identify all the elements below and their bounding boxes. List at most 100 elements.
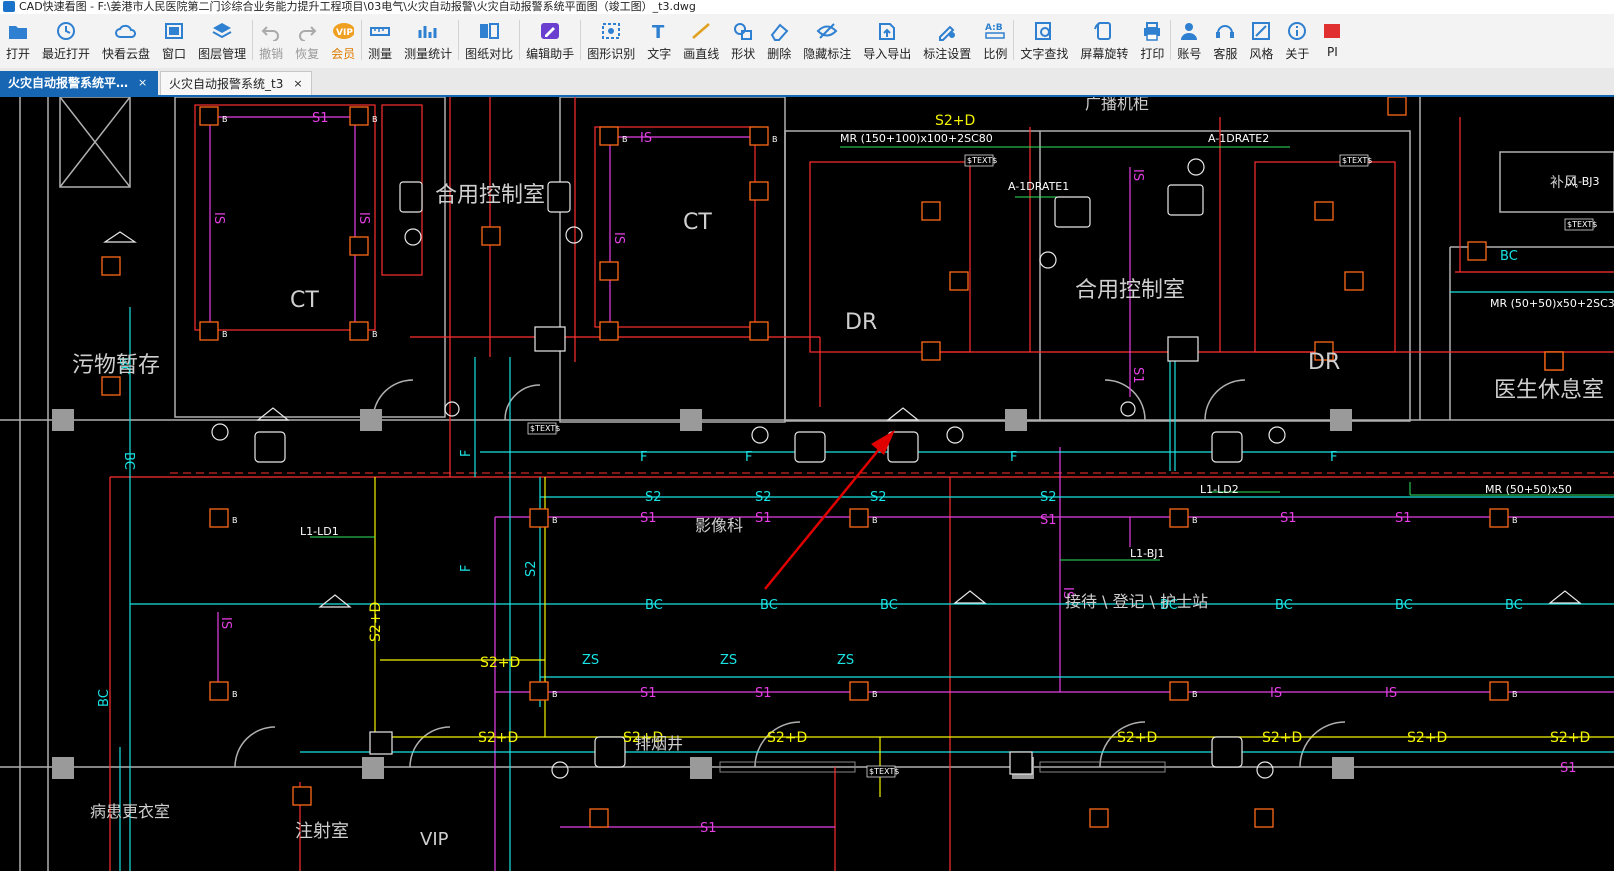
room-label: 影像科	[695, 516, 743, 535]
toolbar-button-scale[interactable]: A:B 比例	[977, 14, 1013, 62]
room-label: 接待 \ 登记 \ 护士站	[1065, 592, 1208, 611]
app-logo-icon	[3, 1, 15, 12]
more-icon	[1321, 20, 1343, 42]
document-tab-bar: 火灾自动报警系统平… × 火灾自动报警系统_t3 ×	[0, 68, 1614, 97]
text-icon: T	[648, 20, 670, 42]
toolbar-button-compare[interactable]: 图纸对比	[459, 14, 519, 62]
toolbar-button-folder-open[interactable]: 打开	[0, 14, 36, 62]
wire-label-s1: S1	[640, 511, 657, 526]
detector-label-b: B	[1192, 516, 1198, 525]
toolbar-button-headset[interactable]: 客服	[1207, 14, 1243, 62]
wire-label-f: F	[1010, 450, 1017, 465]
stext-label: $TEXT$	[1567, 220, 1597, 229]
toolbar-button-label: 会员	[331, 47, 356, 61]
toolbar-button-measure-stats[interactable]: 测量统计	[398, 14, 458, 62]
close-icon[interactable]: ×	[138, 71, 147, 95]
room-label: VIP	[420, 829, 449, 850]
toolbar-button-printer[interactable]: 打印	[1134, 14, 1170, 62]
text-search-icon	[1033, 20, 1055, 42]
toolbar-button-vip[interactable]: VIP 会员	[325, 14, 361, 62]
toolbar-button-label: 客服	[1213, 47, 1238, 61]
toolbar-button-label: 导入导出	[863, 47, 912, 61]
cad-drawing[interactable]: F F F F S2 S2 S2 S2 BC BC BC BC BC BC BC…	[0, 97, 1614, 871]
toolbar-button-undo[interactable]: 撤销	[253, 14, 289, 62]
toolbar-button-text-search[interactable]: 文字查找	[1014, 14, 1074, 62]
toolbar-button-hide-annotation[interactable]: 隐藏标注	[797, 14, 857, 62]
room-label: 污物暂存	[72, 353, 160, 378]
stext-label: $TEXT$	[869, 767, 899, 776]
toolbar-button-label: 隐藏标注	[803, 47, 852, 61]
wire-label-bc: BC	[1505, 598, 1523, 613]
toolbar-button-annotation-settings[interactable]: 标注设置	[917, 14, 977, 62]
stext-label: $TEXT$	[967, 156, 997, 165]
drawing-canvas[interactable]: F F F F S2 S2 S2 S2 BC BC BC BC BC BC BC…	[0, 97, 1614, 871]
wire-label-s1: S1	[700, 821, 717, 836]
wire-label-s2d: S2+D	[478, 730, 518, 746]
wire-label-s1: S1	[1560, 761, 1577, 776]
toolbar-button-text[interactable]: T 文字	[641, 14, 677, 62]
toolbar-button-edit-assistant[interactable]: 编辑助手	[520, 14, 580, 62]
tab-fire-alarm-plan[interactable]: 火灾自动报警系统平… ×	[0, 71, 158, 95]
toolbar-button-label: 风格	[1249, 47, 1274, 61]
rotate-screen-icon	[1093, 20, 1115, 42]
hide-annotation-icon	[816, 20, 838, 42]
detector-label-b: B	[232, 690, 238, 699]
annotation-l1-ld2: L1-LD2	[1200, 483, 1239, 496]
toolbar-button-label: 撤销	[259, 47, 284, 61]
wire-label-s2d: S2+D	[480, 655, 520, 671]
toolbar-button-layers[interactable]: 图层管理	[192, 14, 252, 62]
detector-label-b: B	[372, 115, 378, 124]
toolbar-button-info[interactable]: 关于	[1279, 14, 1315, 62]
detector-label-b: B	[622, 135, 628, 144]
wire-label-f: F	[1330, 450, 1337, 465]
wire-label-s1: S1	[755, 686, 772, 701]
svg-text:T: T	[652, 22, 665, 41]
room-label: CT	[290, 288, 319, 313]
cyan-wiring	[119, 291, 1614, 871]
detector-label-b: B	[872, 690, 878, 699]
toolbar-button-cloud[interactable]: 快看云盘	[96, 14, 156, 62]
toolbar-button-label: 测量	[368, 47, 393, 61]
toolbar-button-shape-recognize[interactable]: 图形识别	[581, 14, 641, 62]
toolbar-button-label: 测量统计	[404, 47, 453, 61]
toolbar-button-clock[interactable]: 最近打开	[36, 14, 96, 62]
toolbar-button-style[interactable]: 风格	[1243, 14, 1279, 62]
stext-label: $TEXT$	[530, 424, 560, 433]
green-leaders	[310, 146, 1614, 561]
toolbar-button-eraser[interactable]: 删除	[761, 14, 797, 62]
tab-fire-alarm-t3[interactable]: 火灾自动报警系统_t3 ×	[160, 71, 312, 95]
room-label: 合用控制室	[1075, 278, 1185, 303]
toolbar-button-user[interactable]: 账号	[1171, 14, 1207, 62]
toolbar-button-label: 最近打开	[42, 47, 91, 61]
toolbar-button-line[interactable]: 画直线	[677, 14, 725, 62]
shape-recognize-icon	[600, 20, 622, 42]
toolbar-button-import-export[interactable]: 导入导出	[857, 14, 917, 62]
wire-label-s2d: S2+D	[1117, 730, 1157, 746]
undo-icon	[260, 20, 282, 42]
yellow-wiring	[374, 477, 1614, 797]
wire-label-bc: BC	[760, 598, 778, 613]
redo-icon	[296, 20, 318, 42]
wire-label-is: IS	[356, 212, 371, 224]
style-icon	[1250, 20, 1272, 42]
toolbar-button-rotate-screen[interactable]: 屏幕旋转	[1074, 14, 1134, 62]
toolbar-button-more[interactable]: PI	[1315, 14, 1349, 62]
toolbar-button-window[interactable]: 窗口	[156, 14, 192, 62]
close-icon[interactable]: ×	[293, 72, 302, 96]
toolbar-button-label: 比例	[983, 47, 1008, 61]
toolbar-button-redo[interactable]: 恢复	[289, 14, 325, 62]
tab-label: 火灾自动报警系统_t3	[169, 76, 284, 91]
toolbar-button-shape[interactable]: 形状	[725, 14, 761, 62]
wire-label-is: IS	[211, 212, 226, 224]
info-icon	[1286, 20, 1308, 42]
wire-label-is: IS	[218, 617, 233, 629]
toolbar-button-ruler[interactable]: 测量	[362, 14, 398, 62]
wire-label-s2: S2	[1040, 490, 1057, 505]
measure-stats-icon	[417, 20, 439, 42]
wire-label-s2d: S2+D	[1262, 730, 1302, 746]
detector-label-b: B	[552, 516, 558, 525]
room-label: 排烟井	[635, 734, 683, 753]
svg-text:A:B: A:B	[985, 23, 1003, 33]
manual-call-points	[211, 158, 1286, 779]
toolbar-button-label: 快看云盘	[102, 47, 151, 61]
